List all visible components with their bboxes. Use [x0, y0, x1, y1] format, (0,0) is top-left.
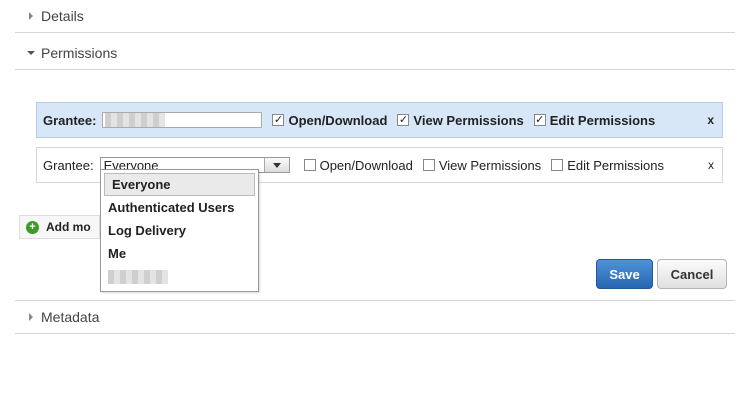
details-label: Details	[41, 8, 84, 24]
dropdown-option-authenticated-users[interactable]: Authenticated Users	[101, 196, 258, 219]
dropdown-option-everyone[interactable]: Everyone	[104, 173, 255, 196]
edit-permissions-label: Edit Permissions	[567, 157, 664, 173]
add-icon: +	[26, 220, 39, 234]
edit-permissions-checkbox[interactable]	[551, 159, 564, 171]
edit-permissions-label: Edit Permissions	[549, 112, 656, 128]
metadata-section-header[interactable]: Metadata	[15, 300, 735, 334]
grantee-field[interactable]	[102, 112, 263, 128]
view-permissions-permission[interactable]: ✓ View Permissions	[397, 112, 524, 128]
open-download-checkbox[interactable]: ✓	[272, 114, 285, 126]
dropdown-option-me[interactable]: Me	[101, 242, 258, 265]
permissions-label: Permissions	[41, 45, 118, 61]
remove-grantee-button[interactable]: x	[708, 158, 714, 172]
remove-grantee-button[interactable]: x	[707, 113, 714, 127]
redacted-account	[108, 269, 168, 284]
expand-arrow-icon	[29, 313, 33, 321]
metadata-label: Metadata	[41, 309, 100, 325]
open-download-checkbox[interactable]	[303, 159, 316, 171]
save-button[interactable]: Save	[596, 259, 653, 289]
edit-permissions-permission[interactable]: Edit Permissions	[551, 158, 664, 173]
grantee-dropdown-list: Everyone Authenticated Users Log Deliver…	[100, 169, 259, 292]
add-more-permissions-button[interactable]: + Add mo	[19, 215, 100, 239]
view-permissions-label: View Permissions	[438, 157, 542, 173]
cancel-button[interactable]: Cancel	[657, 259, 727, 289]
edit-permissions-permission[interactable]: ✓ Edit Permissions	[533, 112, 656, 128]
grantee-label: Grantee:	[43, 157, 94, 173]
open-download-label: Open/Download	[288, 112, 388, 128]
view-permissions-label: View Permissions	[413, 112, 524, 128]
expand-arrow-icon	[29, 12, 33, 20]
dropdown-option-redacted[interactable]	[101, 265, 258, 288]
open-download-permission[interactable]: ✓ Open/Download	[272, 113, 387, 128]
chevron-down-icon[interactable]	[263, 158, 289, 172]
view-permissions-checkbox[interactable]: ✓	[397, 114, 410, 126]
view-permissions-checkbox[interactable]	[422, 159, 435, 171]
open-download-label: Open/Download	[319, 157, 413, 173]
view-permissions-permission[interactable]: View Permissions	[422, 157, 542, 173]
collapse-arrow-icon	[27, 51, 35, 55]
open-download-permission[interactable]: Open/Download	[303, 157, 413, 173]
edit-permissions-checkbox[interactable]: ✓	[533, 114, 546, 126]
redacted-grantee	[105, 113, 166, 127]
permissions-section-header[interactable]: Permissions	[15, 37, 735, 70]
grantee-row-owner: Grantee: ✓ Open/Download ✓ View Permissi…	[36, 102, 723, 138]
dropdown-option-log-delivery[interactable]: Log Delivery	[101, 219, 258, 242]
grantee-label: Grantee:	[43, 112, 97, 128]
add-more-label: Add mo	[46, 220, 91, 234]
details-section-header[interactable]: Details	[15, 0, 735, 33]
